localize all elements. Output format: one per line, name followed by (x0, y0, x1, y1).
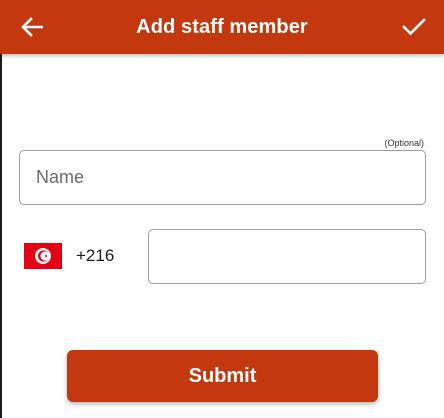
name-input[interactable] (19, 150, 426, 205)
submit-button[interactable]: Submit (67, 350, 378, 402)
arrow-left-icon (21, 17, 43, 37)
left-border (0, 54, 2, 418)
tunisia-flag-icon (24, 243, 62, 269)
check-icon (402, 18, 426, 36)
dial-code: +216 (76, 246, 115, 265)
phone-input[interactable] (148, 229, 426, 284)
add-staff-screen: Add staff member (Optional) +216 Submit (0, 0, 444, 418)
app-bar: Add staff member (0, 0, 444, 54)
country-code-picker[interactable]: +216 (24, 240, 114, 272)
confirm-button[interactable] (396, 10, 432, 44)
back-button[interactable] (14, 10, 50, 44)
page-title: Add staff member (136, 15, 308, 38)
optional-label: (Optional) (384, 138, 424, 148)
